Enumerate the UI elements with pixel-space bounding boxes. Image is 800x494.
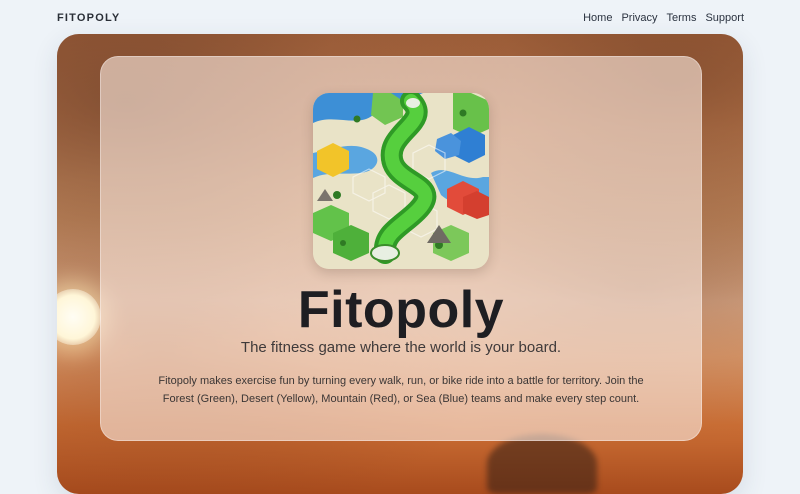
top-navigation-bar: FITOPOLY Home Privacy Terms Support	[0, 0, 800, 36]
hero-card: Fitopoly The fitness game where the worl…	[100, 56, 702, 441]
tree-silhouette	[487, 434, 597, 494]
hero-title: Fitopoly	[297, 281, 505, 339]
hero-tagline: The fitness game where the world is your…	[240, 339, 562, 356]
nav-link-terms[interactable]: Terms	[667, 12, 697, 24]
hero-section: Fitopoly The fitness game where the worl…	[57, 34, 743, 494]
nav-link-home[interactable]: Home	[583, 12, 612, 24]
nav-link-privacy[interactable]: Privacy	[621, 12, 657, 24]
game-board-map-icon	[313, 93, 489, 269]
hero-description: Fitopoly makes exercise fun by turning e…	[158, 375, 644, 405]
main-nav: Home Privacy Terms Support	[583, 12, 744, 24]
brand-logo-text[interactable]: FITOPOLY	[57, 12, 120, 24]
nav-link-support[interactable]: Support	[705, 12, 744, 24]
